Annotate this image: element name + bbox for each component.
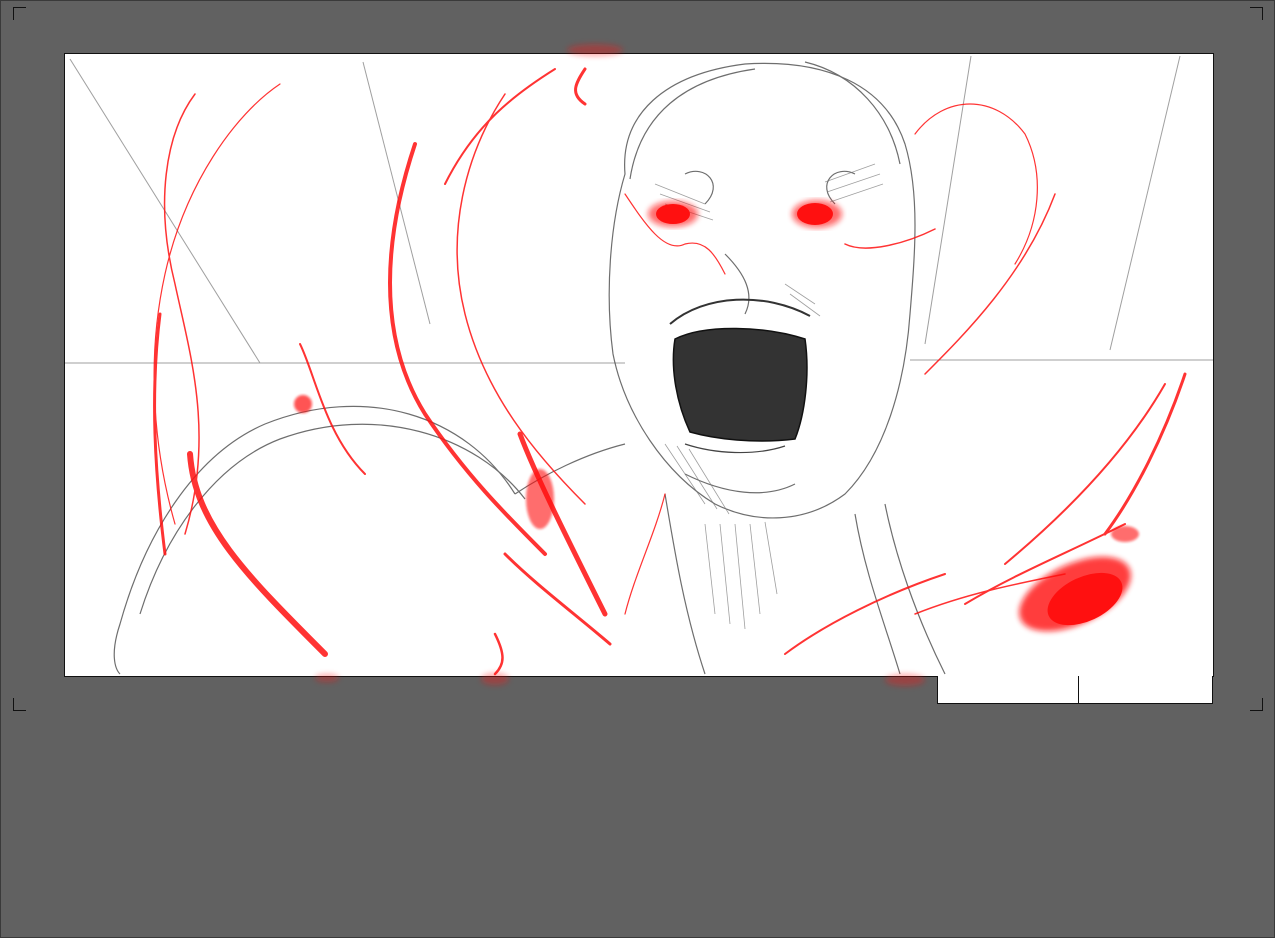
- panel-slate: [937, 676, 1213, 704]
- figure-pencil: [113, 61, 946, 675]
- crop-mark-top-left: [13, 7, 26, 20]
- glow-bleed: [315, 44, 925, 686]
- glowing-eyes: [648, 200, 842, 228]
- crop-mark-bottom-left: [13, 698, 26, 711]
- storyboard-panel[interactable]: [64, 44, 1214, 686]
- crop-mark-top-right: [1250, 7, 1263, 20]
- crop-mark-bottom-right: [1250, 698, 1263, 711]
- guide-line-2: [362, 61, 431, 325]
- slate-cell-shot[interactable]: [1079, 676, 1212, 703]
- head-outline: [608, 62, 916, 519]
- perspective-guides: [65, 55, 1213, 364]
- mouth-shape: [672, 327, 808, 442]
- slate-cell-scene[interactable]: [938, 676, 1079, 703]
- guide-line-4: [924, 55, 972, 345]
- guide-line-3: [1109, 55, 1181, 351]
- red-energy-strokes: [153, 67, 1187, 676]
- panel-sketch: [65, 44, 1213, 686]
